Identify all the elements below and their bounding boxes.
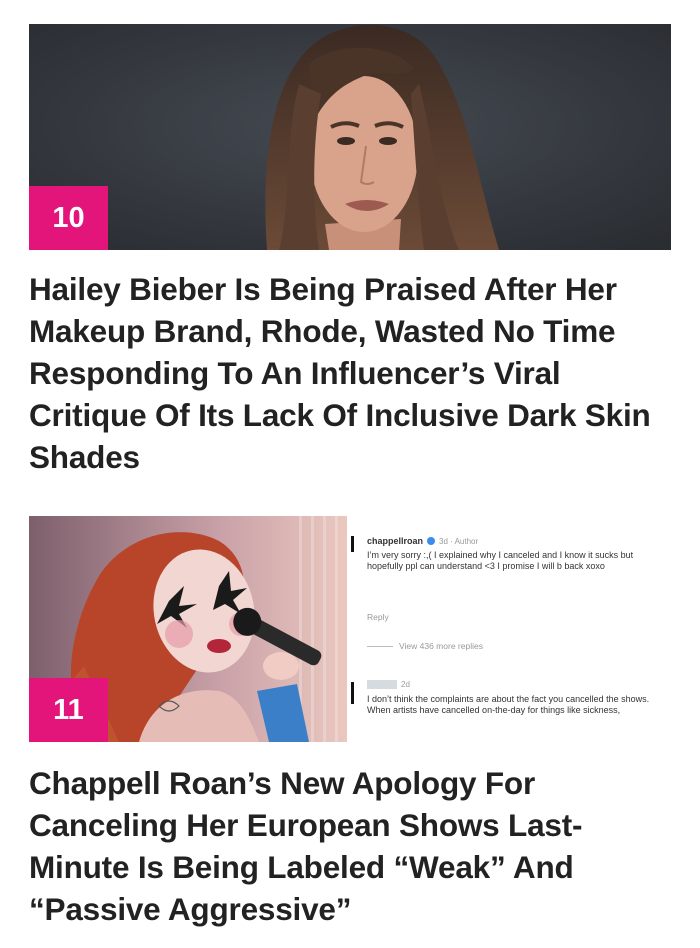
hailey-bieber-photo	[29, 24, 671, 250]
divider	[367, 646, 393, 647]
reply-link: Reply	[367, 612, 389, 622]
comment-text: I’m very sorry :,( I explained why I can…	[367, 550, 634, 571]
thread-marker	[351, 536, 354, 552]
comment-text: I don’t think the complaints are about t…	[367, 694, 650, 715]
comment-meta: 3d · Author	[439, 536, 479, 546]
verified-icon	[427, 537, 436, 545]
article-card[interactable]: 10 Hailey Bieber Is Being Praised After …	[29, 24, 671, 478]
article-image[interactable]: 10	[29, 24, 671, 250]
rank-badge: 10	[29, 186, 108, 250]
article-title[interactable]: Chappell Roan’s New Apology For Cancelin…	[29, 762, 671, 930]
redacted-username	[367, 680, 397, 689]
commenter-name: chappellroan	[367, 536, 424, 546]
rank-badge: 11	[29, 678, 108, 742]
chappell-roan-photo: 11	[29, 516, 347, 742]
comment-meta: 2d	[401, 680, 410, 689]
article-title[interactable]: Hailey Bieber Is Being Praised After Her…	[29, 268, 671, 478]
article-card[interactable]: 11 chappellroan 3d · Author I’m very sor…	[29, 516, 671, 930]
comment-screenshot: chappellroan 3d · Author I’m very sorry …	[347, 516, 671, 742]
view-more-replies: View 436 more replies	[399, 641, 483, 651]
article-image[interactable]: 11 chappellroan 3d · Author I’m very sor…	[29, 516, 671, 742]
thread-marker	[351, 682, 354, 704]
